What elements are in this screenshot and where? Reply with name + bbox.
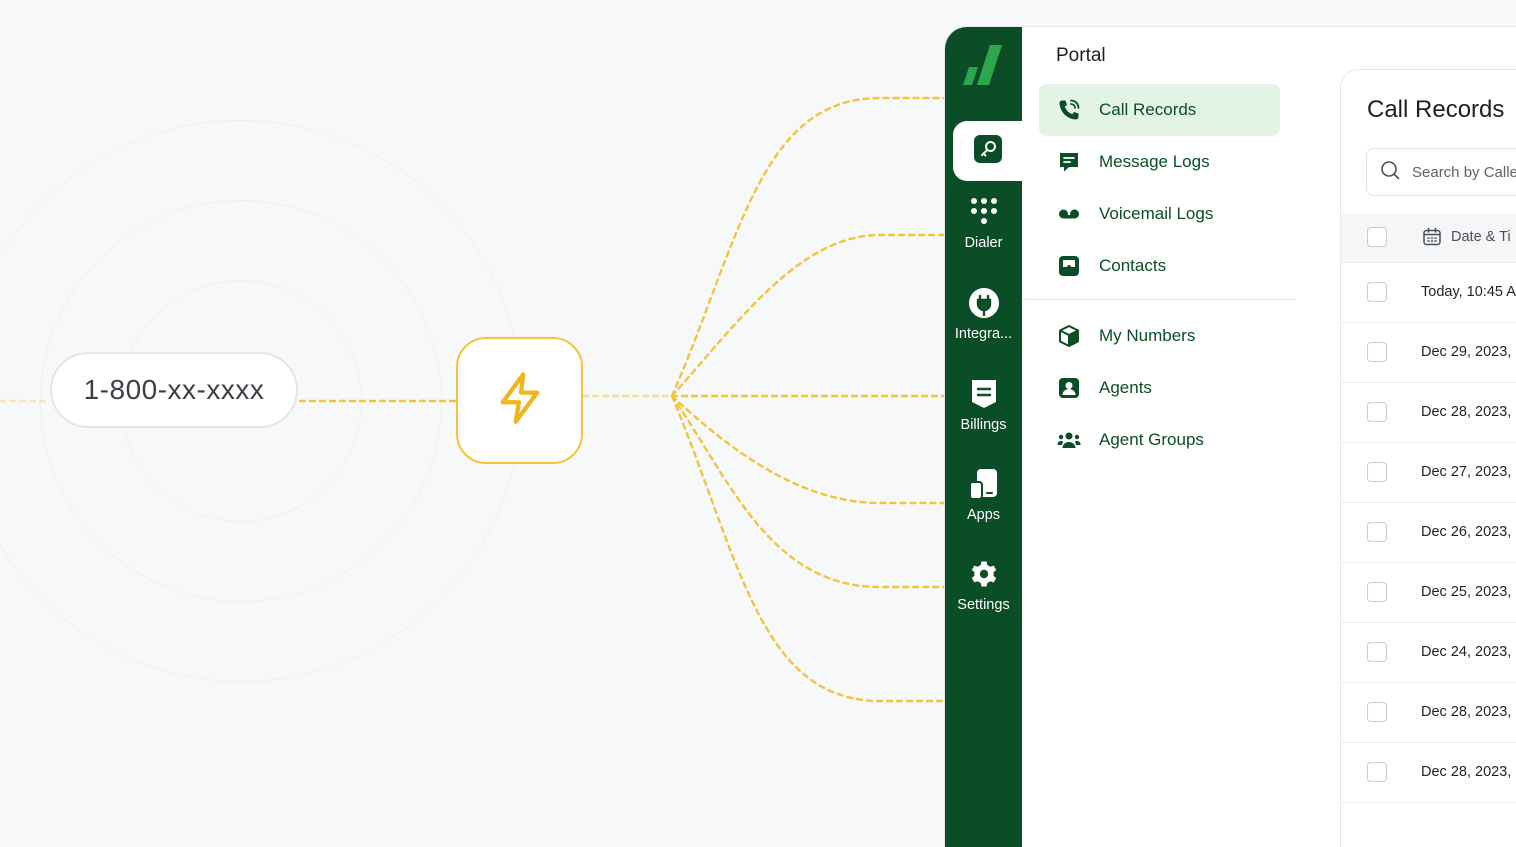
menu-item-agent-groups[interactable]: Agent Groups [1039, 414, 1280, 466]
row-checkbox[interactable] [1367, 462, 1387, 482]
receipt-icon [945, 377, 1022, 411]
row-date: Dec 24, 2023, [1421, 644, 1512, 660]
content-area: Call Records Search by Calle Date & Ti T… [1296, 27, 1516, 847]
table-row[interactable]: Dec 28, 2023, [1341, 742, 1516, 803]
trigger-node[interactable] [456, 337, 583, 464]
rail-item-label: Integra... [954, 326, 1013, 342]
portal-panel: Portal Call Records Message Logs Voicema… [1022, 27, 1297, 847]
menu-item-label: Contacts [1099, 256, 1167, 275]
row-checkbox[interactable] [1367, 282, 1387, 302]
row-checkbox[interactable] [1367, 702, 1387, 722]
calendar-icon [1422, 227, 1442, 252]
connector-branch-5 [670, 394, 947, 589]
row-date: Dec 26, 2023, [1421, 524, 1512, 540]
row-date: Dec 28, 2023, [1421, 404, 1512, 420]
phone-number-pill[interactable]: 1-800-xx-xxxx [50, 352, 298, 428]
connector-branch-1 [670, 96, 947, 398]
table-row[interactable]: Dec 26, 2023, [1341, 502, 1516, 563]
panel-divider [1022, 299, 1296, 300]
rail-item-portal[interactable] [953, 121, 1022, 181]
call-records-card: Call Records Search by Calle Date & Ti T… [1340, 69, 1516, 847]
connector-branch-2 [670, 233, 947, 398]
menu-item-contacts[interactable]: Contacts [1039, 240, 1280, 292]
table-row[interactable]: Dec 29, 2023, [1341, 322, 1516, 383]
menu-item-label: My Numbers [1099, 326, 1196, 345]
menu-item-call-records[interactable]: Call Records [1039, 84, 1280, 136]
connector-branch-4 [670, 394, 947, 505]
row-date: Dec 27, 2023, [1421, 464, 1512, 480]
rail-item-billings[interactable]: Billings [945, 377, 1022, 433]
gear-icon [945, 557, 1022, 591]
menu-item-message-logs[interactable]: Message Logs [1039, 136, 1280, 188]
table-row[interactable]: Dec 25, 2023, [1341, 562, 1516, 623]
search-input[interactable] [1410, 162, 1516, 182]
agent-icon [1057, 376, 1081, 400]
row-date: Dec 28, 2023, [1421, 764, 1512, 780]
card-title: Call Records [1367, 96, 1505, 123]
rail-item-label: Dialer [964, 235, 1003, 251]
rail-item-settings[interactable]: Settings [945, 557, 1022, 613]
voicemail-icon [1057, 202, 1081, 226]
search-box[interactable] [1366, 148, 1516, 196]
table-row[interactable]: Dec 28, 2023, [1341, 382, 1516, 443]
rail-item-label: Settings [957, 597, 1010, 613]
row-date: Dec 25, 2023, [1421, 584, 1512, 600]
phone-number: 1-800-xx-xxxx [83, 374, 265, 405]
search-icon [1380, 160, 1400, 184]
row-date: Dec 29, 2023, [1421, 344, 1512, 360]
panel-title: Portal [1056, 45, 1106, 66]
table-header: Date & Ti [1341, 214, 1516, 263]
row-checkbox[interactable] [1367, 642, 1387, 662]
menu-item-label: Voicemail Logs [1099, 204, 1214, 223]
menu-item-label: Message Logs [1099, 152, 1210, 171]
table-row[interactable]: Today, 10:45 A [1341, 262, 1516, 323]
plug-icon [945, 286, 1022, 320]
row-checkbox[interactable] [1367, 342, 1387, 362]
rail-item-label: Apps [966, 507, 1001, 523]
app-window: Dialer Integra... Billings Apps Settings… [945, 27, 1516, 847]
cube-icon [1057, 324, 1081, 348]
apps-icon [945, 467, 1022, 501]
lightning-bolt-icon [494, 370, 546, 431]
rail-item-label: Billings [960, 417, 1007, 433]
menu-item-label: Agent Groups [1099, 430, 1204, 449]
menu-item-agents[interactable]: Agents [1039, 362, 1280, 414]
rail-item-dialer[interactable]: Dialer [945, 195, 1022, 251]
select-all-checkbox[interactable] [1367, 227, 1387, 247]
rail-item-apps[interactable]: Apps [945, 467, 1022, 523]
row-date: Dec 28, 2023, [1421, 704, 1512, 720]
agent-groups-icon [1057, 428, 1081, 452]
row-checkbox[interactable] [1367, 582, 1387, 602]
rail-item-integrations[interactable]: Integra... [945, 286, 1022, 342]
table-row[interactable]: Dec 27, 2023, [1341, 442, 1516, 503]
contacts-icon [1057, 254, 1081, 278]
phone-call-icon [1057, 98, 1081, 122]
connector-branch-6 [670, 394, 947, 703]
menu-item-voicemail-logs[interactable]: Voicemail Logs [1039, 188, 1280, 240]
key-icon [973, 134, 1003, 169]
icon-rail: Dialer Integra... Billings Apps Settings [945, 27, 1022, 847]
brand-logo-icon [960, 41, 1006, 92]
row-date: Today, 10:45 A [1421, 284, 1516, 300]
row-checkbox[interactable] [1367, 762, 1387, 782]
row-checkbox[interactable] [1367, 402, 1387, 422]
dialpad-icon [945, 195, 1022, 229]
column-header-date[interactable]: Date & Ti [1451, 229, 1511, 245]
table-row[interactable]: Dec 24, 2023, [1341, 622, 1516, 683]
menu-item-label: Call Records [1099, 100, 1197, 119]
menu-item-my-numbers[interactable]: My Numbers [1039, 310, 1280, 362]
message-icon [1057, 150, 1081, 174]
menu-item-label: Agents [1099, 378, 1152, 397]
row-checkbox[interactable] [1367, 522, 1387, 542]
table-row[interactable]: Dec 28, 2023, [1341, 682, 1516, 743]
